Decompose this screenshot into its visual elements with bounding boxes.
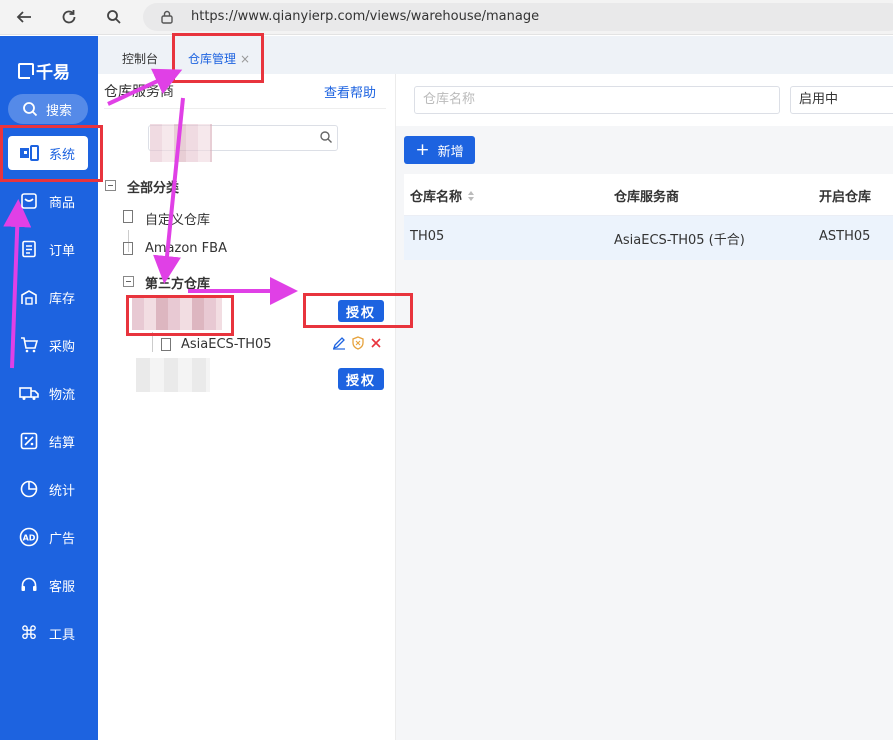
product-icon [19, 191, 39, 211]
delete-icon[interactable] [370, 337, 382, 353]
column-header-enabled: 开启仓库 [819, 186, 871, 205]
purchase-icon [19, 335, 39, 355]
sidebar-item-inventory[interactable]: 库存 [0, 280, 98, 314]
sidebar-item-label: 系统 [49, 147, 76, 163]
table-row[interactable]: TH05 AsiaECS-TH05 (千合) ASTH05 [404, 216, 893, 260]
edit-icon[interactable] [332, 336, 346, 354]
input-placeholder: 仓库名称 [423, 92, 476, 107]
tree-item-custom-warehouse[interactable]: 自定义仓库 [145, 209, 210, 228]
tab-label: 控制台 [122, 52, 159, 66]
column-header-label: 仓库服务商 [614, 190, 680, 205]
sidebar-item-label: 结算 [49, 435, 76, 451]
file-icon [123, 210, 133, 223]
sidebar-item-purchase[interactable]: 采购 [0, 328, 98, 362]
sidebar-item-label: 客服 [49, 579, 76, 595]
logo: 千易 [18, 58, 70, 83]
cell-provider: AsiaECS-TH05 (千合) [614, 233, 745, 248]
search-icon [23, 102, 38, 117]
authorize-label: 授权 [345, 373, 376, 389]
shield-icon[interactable] [351, 336, 365, 354]
tree-root-all-categories[interactable]: 全部分类 [127, 177, 179, 196]
column-header-label: 开启仓库 [819, 190, 872, 205]
sidebar-search-label: 搜索 [46, 103, 73, 119]
redacted-block [150, 124, 212, 162]
file-icon [161, 338, 171, 351]
headset-icon [19, 575, 39, 595]
tree-item-amazon-fba[interactable]: Amazon FBA [145, 241, 227, 256]
truck-icon [19, 383, 39, 403]
plus-icon: + [415, 139, 430, 160]
tab-console[interactable]: 控制台 [112, 46, 168, 72]
cell-warehouse-name: TH05 [410, 229, 445, 244]
sidebar-search-button[interactable]: 搜索 [8, 94, 88, 124]
tree-item-asiaecs-th05[interactable]: AsiaECS-TH05 [181, 337, 272, 352]
authorize-button[interactable]: 授权 [338, 368, 384, 390]
percent-icon [19, 431, 39, 451]
sidebar-item-label: 库存 [49, 291, 76, 307]
sidebar-item-label: 工具 [49, 627, 76, 643]
warehouse-provider-panel: 仓库服务商 查看帮助 全部分类 自定义仓库 Amazon FBA 第三方仓库 授… [98, 74, 396, 740]
collapse-icon[interactable] [105, 180, 116, 191]
logo-text: 千易 [36, 63, 70, 83]
sort-icon[interactable] [468, 190, 475, 201]
sidebar-item-service[interactable]: 客服 [0, 568, 98, 602]
sidebar-item-product[interactable]: 商品 [0, 184, 98, 218]
url-text: https://www.qianyierp.com/views/warehous… [191, 9, 540, 24]
divider [104, 108, 386, 109]
status-select[interactable]: 启用中 [790, 86, 893, 114]
annotation-box-provider [126, 295, 234, 336]
sidebar-item-settlement[interactable]: 结算 [0, 424, 98, 458]
sidebar-item-label: 物流 [49, 387, 76, 403]
inventory-icon [19, 287, 39, 307]
sidebar-item-logistics[interactable]: 物流 [0, 376, 98, 410]
reload-icon[interactable] [57, 6, 81, 28]
pie-chart-icon [19, 479, 39, 499]
sidebar-item-statistics[interactable]: 统计 [0, 472, 98, 506]
ad-icon: AD [19, 527, 39, 547]
system-icon [19, 143, 39, 163]
warehouse-table: 仓库名称 仓库服务商 开启仓库 TH05 AsiaECS-TH05 (千合) A… [404, 174, 893, 260]
sidebar-item-label: 采购 [49, 339, 76, 355]
sidebar-item-tools[interactable]: ⌘ 工具 [0, 616, 98, 650]
warehouse-list-panel: 仓库名称 启用中 + 新增 仓库名称 仓库服务商 开启仓库 TH05 AsiaE… [396, 74, 893, 740]
status-value: 启用中 [799, 92, 839, 107]
column-header-label: 仓库名称 [410, 190, 463, 205]
svg-text:AD: AD [23, 534, 36, 543]
table-header: 仓库名称 仓库服务商 开启仓库 [404, 174, 893, 216]
command-icon: ⌘ [20, 622, 38, 644]
sidebar-item-label: 商品 [49, 195, 76, 211]
redacted-provider-name [136, 358, 210, 392]
add-warehouse-button[interactable]: + 新增 [404, 136, 475, 164]
address-bar[interactable]: https://www.qianyierp.com/views/warehous… [143, 3, 893, 31]
sidebar-item-label: 广告 [49, 531, 76, 547]
panel-title: 仓库服务商 [104, 84, 174, 100]
sidebar-item-label: 统计 [49, 483, 76, 499]
cell-enabled-warehouse: ASTH05 [819, 229, 871, 244]
sidebar-item-order[interactable]: 订单 [0, 232, 98, 266]
search-icon [319, 130, 333, 148]
warehouse-name-input[interactable]: 仓库名称 [414, 86, 780, 114]
add-button-label: 新增 [437, 144, 464, 160]
sidebar-item-label: 订单 [49, 243, 76, 259]
row-actions [332, 336, 382, 354]
lock-icon [161, 10, 173, 28]
column-header-provider: 仓库服务商 [614, 186, 679, 205]
annotation-box-tab [172, 33, 264, 83]
sidebar-item-ads[interactable]: AD 广告 [0, 520, 98, 554]
filter-bar: 仓库名称 启用中 [396, 74, 893, 126]
help-link[interactable]: 查看帮助 [324, 82, 376, 101]
file-icon [123, 242, 133, 255]
tree-item-third-party-warehouse[interactable]: 第三方仓库 [145, 273, 210, 292]
column-header-warehouse-name[interactable]: 仓库名称 [410, 186, 475, 205]
back-icon[interactable] [12, 6, 36, 28]
collapse-icon[interactable] [123, 276, 134, 287]
order-icon [19, 239, 39, 259]
annotation-box-authorize [303, 293, 413, 328]
browser-toolbar: https://www.qianyierp.com/views/warehous… [0, 0, 893, 35]
search-icon[interactable] [102, 6, 126, 28]
logo-icon [18, 62, 36, 81]
